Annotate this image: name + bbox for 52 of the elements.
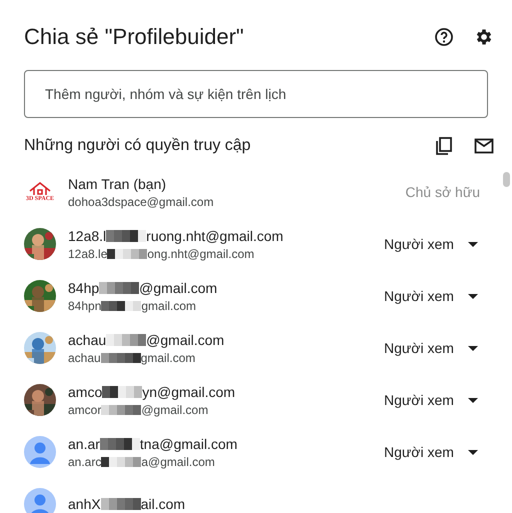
person-email: a@gmail.com [141, 454, 215, 470]
role-dropdown[interactable]: Người xem [384, 336, 488, 360]
person-name: yn@gmail.com [142, 382, 236, 402]
pixelated-mosaic [101, 404, 142, 414]
person-name: ruong.nht@gmail.com [146, 226, 284, 246]
caret-icon [468, 450, 478, 454]
person-name: 84hp [68, 278, 100, 298]
role-dropdown[interactable]: Người xem [384, 232, 488, 256]
person-email: ong.nht@gmail.com [147, 246, 254, 262]
person-name: ail.com [140, 494, 186, 513]
pixelated-mosaic [107, 248, 148, 258]
pixelated-mosaic [100, 352, 141, 362]
house-icon [29, 182, 51, 196]
person-name: @gmail.com [139, 278, 218, 298]
pixelated-mosaic [101, 456, 142, 466]
role-dropdown[interactable]: Người xem [384, 440, 488, 464]
person-email: 84hpn [68, 298, 102, 314]
scrollbar-thumb[interactable] [503, 172, 510, 187]
person-name: an.ar [68, 434, 100, 454]
person-email: gmail.com [140, 350, 196, 366]
person-name: @gmail.com [146, 330, 224, 350]
caret-icon [468, 242, 478, 246]
person-name: tna@gmail.com [140, 434, 238, 454]
pixelated-mosaic [101, 300, 142, 310]
pixelated-mosaic [106, 230, 146, 242]
person-name: 12a8.l [68, 226, 106, 246]
pixelated-mosaic [99, 282, 140, 294]
caret-icon [468, 346, 478, 350]
pixelated-mosaic [106, 334, 146, 346]
section-heading: Những người có quyền truy cập [24, 137, 252, 155]
pixelated-mosaic [100, 498, 141, 510]
person-email: 12a8.le [68, 246, 108, 262]
person-email: dohoa3dspace@gmail.com [68, 194, 214, 210]
person-email: achau [68, 350, 101, 366]
dialog-title: Chia sẻ "Profilebuider" [24, 24, 245, 50]
person-email: @gmail.com [141, 402, 208, 418]
person-name: anhX [68, 494, 101, 513]
person-email: gmail.com [141, 298, 196, 314]
person-name: Nam Tran (bạn) [68, 174, 166, 194]
person-name: amco [68, 382, 102, 402]
role-dropdown[interactable]: Người xem [384, 284, 488, 308]
role-dropdown[interactable]: Người xem [384, 388, 488, 412]
caret-icon [468, 398, 478, 402]
person-name: achau [68, 330, 106, 350]
caret-icon [468, 294, 478, 298]
person-email: amcor [68, 402, 102, 418]
add-people-field[interactable]: Thêm người, nhóm và sự kiện trên lịch [24, 70, 488, 118]
help-icon[interactable] [432, 25, 456, 49]
person-email: an.arc [68, 454, 102, 470]
pixelated-mosaic [102, 386, 142, 398]
role-label: Chủ sở hữu [404, 183, 481, 202]
pixelated-mosaic [100, 438, 140, 450]
